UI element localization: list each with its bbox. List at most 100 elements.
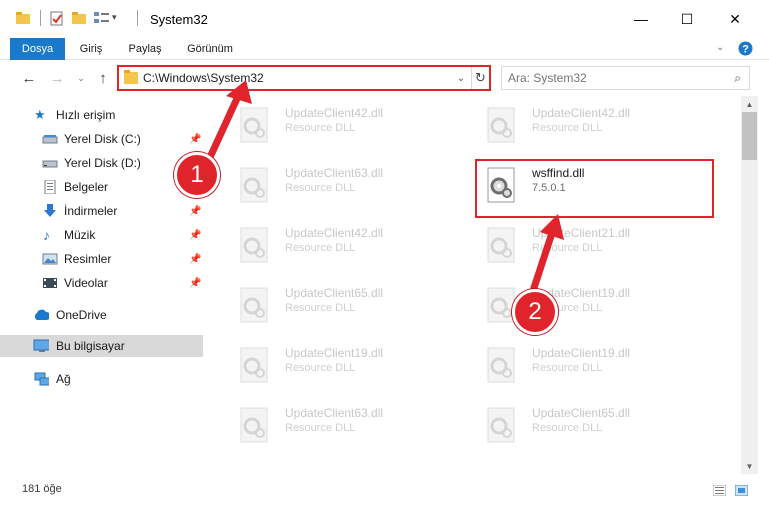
navigation-pane: ★ Hızlı erişim Yerel Disk (C:) 📌 Yerel D… — [0, 96, 205, 474]
sidebar-item-local-disk-c[interactable]: Yerel Disk (C:) 📌 — [0, 128, 203, 150]
sidebar-item-downloads[interactable]: İndirmeler 📌 — [0, 200, 203, 222]
file-tile[interactable]: UpdateClient19.dll Resource DLL — [462, 280, 702, 340]
minimize-button[interactable]: — — [618, 0, 664, 38]
tab-home[interactable]: Giriş — [72, 38, 110, 60]
dll-file-icon — [240, 287, 268, 323]
ribbon-tabs: Dosya Giriş Paylaş Görünüm ⌄ ? — [0, 38, 769, 60]
pin-icon[interactable]: 📌 — [189, 206, 201, 217]
documents-icon — [44, 180, 56, 194]
status-bar: 181 öğe — [0, 474, 769, 506]
scroll-up-icon[interactable]: ▲ — [741, 96, 758, 112]
scroll-down-icon[interactable]: ▼ — [741, 458, 758, 474]
cloud-icon — [34, 309, 49, 320]
file-tile[interactable]: UpdateClient42.dll Resource DLL — [215, 100, 455, 160]
file-name: UpdateClient42.dll — [285, 226, 384, 240]
highlight-box — [475, 159, 714, 218]
file-tile[interactable]: UpdateClient65.dll Resource DLL — [215, 280, 455, 340]
file-type: Resource DLL — [532, 362, 603, 374]
address-dropdown-icon[interactable]: ⌄ — [453, 68, 469, 88]
window-title: System32 — [150, 12, 208, 27]
sidebar-item-local-disk-d[interactable]: Yerel Disk (D:) 📌 — [0, 152, 203, 174]
dll-file-icon — [240, 167, 268, 203]
sidebar-item-documents[interactable]: Belgeler 📌 — [0, 176, 203, 198]
sidebar-item-onedrive[interactable]: OneDrive — [0, 304, 203, 326]
file-type: Resource DLL — [285, 242, 356, 254]
navigation-bar: ← → ⌄ ↑ C:\Windows\System32 ⌄ ↻ ⌕ — [0, 60, 769, 96]
file-type: Resource DLL — [285, 122, 356, 134]
sidebar-item-network[interactable]: Ağ — [0, 368, 203, 390]
file-tile[interactable]: UpdateClient65.dll Resource DLL — [462, 400, 702, 460]
star-icon: ★ — [34, 107, 46, 122]
dll-file-icon — [240, 227, 268, 263]
file-tile[interactable]: UpdateClient42.dll Resource DLL — [462, 100, 702, 160]
refresh-icon[interactable]: ↻ — [471, 67, 489, 89]
file-type: Resource DLL — [285, 422, 356, 434]
sidebar-item-videos[interactable]: Videolar 📌 — [0, 272, 203, 294]
pin-icon[interactable]: 📌 — [189, 230, 201, 241]
file-type: Resource DLL — [532, 422, 603, 434]
dll-file-icon — [487, 107, 515, 143]
file-tile[interactable]: UpdateClient19.dll Resource DLL — [462, 340, 702, 400]
computer-icon — [33, 339, 49, 352]
pin-icon[interactable]: 📌 — [189, 134, 201, 145]
qa-dropdown-icon[interactable]: ▾ — [112, 12, 117, 23]
properties-icon[interactable] — [50, 11, 64, 26]
sidebar-item-pictures[interactable]: Resimler 📌 — [0, 248, 203, 270]
up-arrow-icon[interactable]: ↑ — [92, 68, 114, 88]
file-type: Resource DLL — [285, 302, 356, 314]
dll-file-icon — [487, 407, 515, 443]
forward-arrow-icon[interactable]: → — [46, 68, 68, 88]
file-tile[interactable]: UpdateClient63.dll Resource DLL — [215, 400, 455, 460]
help-icon[interactable]: ? — [738, 41, 753, 56]
svg-text:?: ? — [742, 44, 749, 56]
window-bottom-edge — [0, 506, 769, 519]
large-icons-view-icon[interactable] — [735, 485, 748, 496]
file-tile[interactable]: UpdateClient63.dll Resource DLL — [215, 160, 455, 220]
file-tile[interactable]: UpdateClient21.dll Resource DLL — [462, 220, 702, 280]
dll-file-icon — [487, 347, 515, 383]
search-icon[interactable]: ⌕ — [734, 71, 741, 86]
drive-icon — [42, 160, 58, 168]
expand-ribbon-icon[interactable]: ⌄ — [716, 42, 724, 53]
search-box[interactable]: ⌕ — [501, 66, 750, 90]
address-path[interactable]: C:\Windows\System32 — [143, 71, 264, 85]
file-tile[interactable]: UpdateClient19.dll Resource DLL — [215, 340, 455, 400]
details-view-icon[interactable] — [713, 485, 726, 496]
file-name: UpdateClient65.dll — [532, 406, 631, 420]
download-icon — [44, 204, 56, 217]
folder-icon — [124, 70, 138, 84]
recent-locations-icon[interactable]: ⌄ — [70, 68, 92, 88]
network-icon — [34, 372, 49, 386]
search-input[interactable] — [508, 70, 718, 86]
tab-share[interactable]: Paylaş — [122, 38, 168, 60]
vertical-scrollbar[interactable]: ▲ ▼ — [741, 96, 758, 474]
dll-file-icon — [240, 347, 268, 383]
dll-file-icon — [240, 107, 268, 143]
maximize-button[interactable]: ☐ — [664, 0, 710, 38]
pin-icon[interactable]: 📌 — [189, 278, 201, 289]
file-tile[interactable]: UpdateClient42.dll Resource DLL — [215, 220, 455, 280]
folder-icon[interactable] — [16, 11, 30, 25]
tab-file[interactable]: Dosya — [10, 38, 65, 60]
customize-toolbar-icon[interactable] — [94, 11, 110, 25]
dll-file-icon — [240, 407, 268, 443]
back-arrow-icon[interactable]: ← — [18, 68, 40, 88]
file-type: Resource DLL — [285, 362, 356, 374]
file-name: UpdateClient63.dll — [285, 406, 384, 420]
sidebar-item-quick-access[interactable]: ★ Hızlı erişim — [0, 104, 203, 126]
scroll-thumb[interactable] — [742, 112, 757, 160]
pin-icon[interactable]: 📌 — [189, 254, 201, 265]
tab-view[interactable]: Görünüm — [180, 38, 240, 60]
close-button[interactable]: ✕ — [712, 0, 758, 38]
file-name: UpdateClient42.dll — [532, 106, 631, 120]
item-count: 181 öğe — [22, 483, 62, 495]
file-type: Resource DLL — [285, 182, 356, 194]
file-name: UpdateClient65.dll — [285, 286, 384, 300]
sidebar-item-music[interactable]: ♪ Müzik 📌 — [0, 224, 203, 246]
file-name: UpdateClient63.dll — [285, 166, 384, 180]
new-folder-icon[interactable] — [72, 11, 86, 25]
sidebar-item-this-pc[interactable]: Bu bilgisayar — [0, 335, 203, 357]
pictures-icon — [42, 253, 58, 265]
address-bar[interactable]: C:\Windows\System32 ⌄ ↻ — [117, 65, 491, 91]
video-icon — [43, 278, 57, 288]
